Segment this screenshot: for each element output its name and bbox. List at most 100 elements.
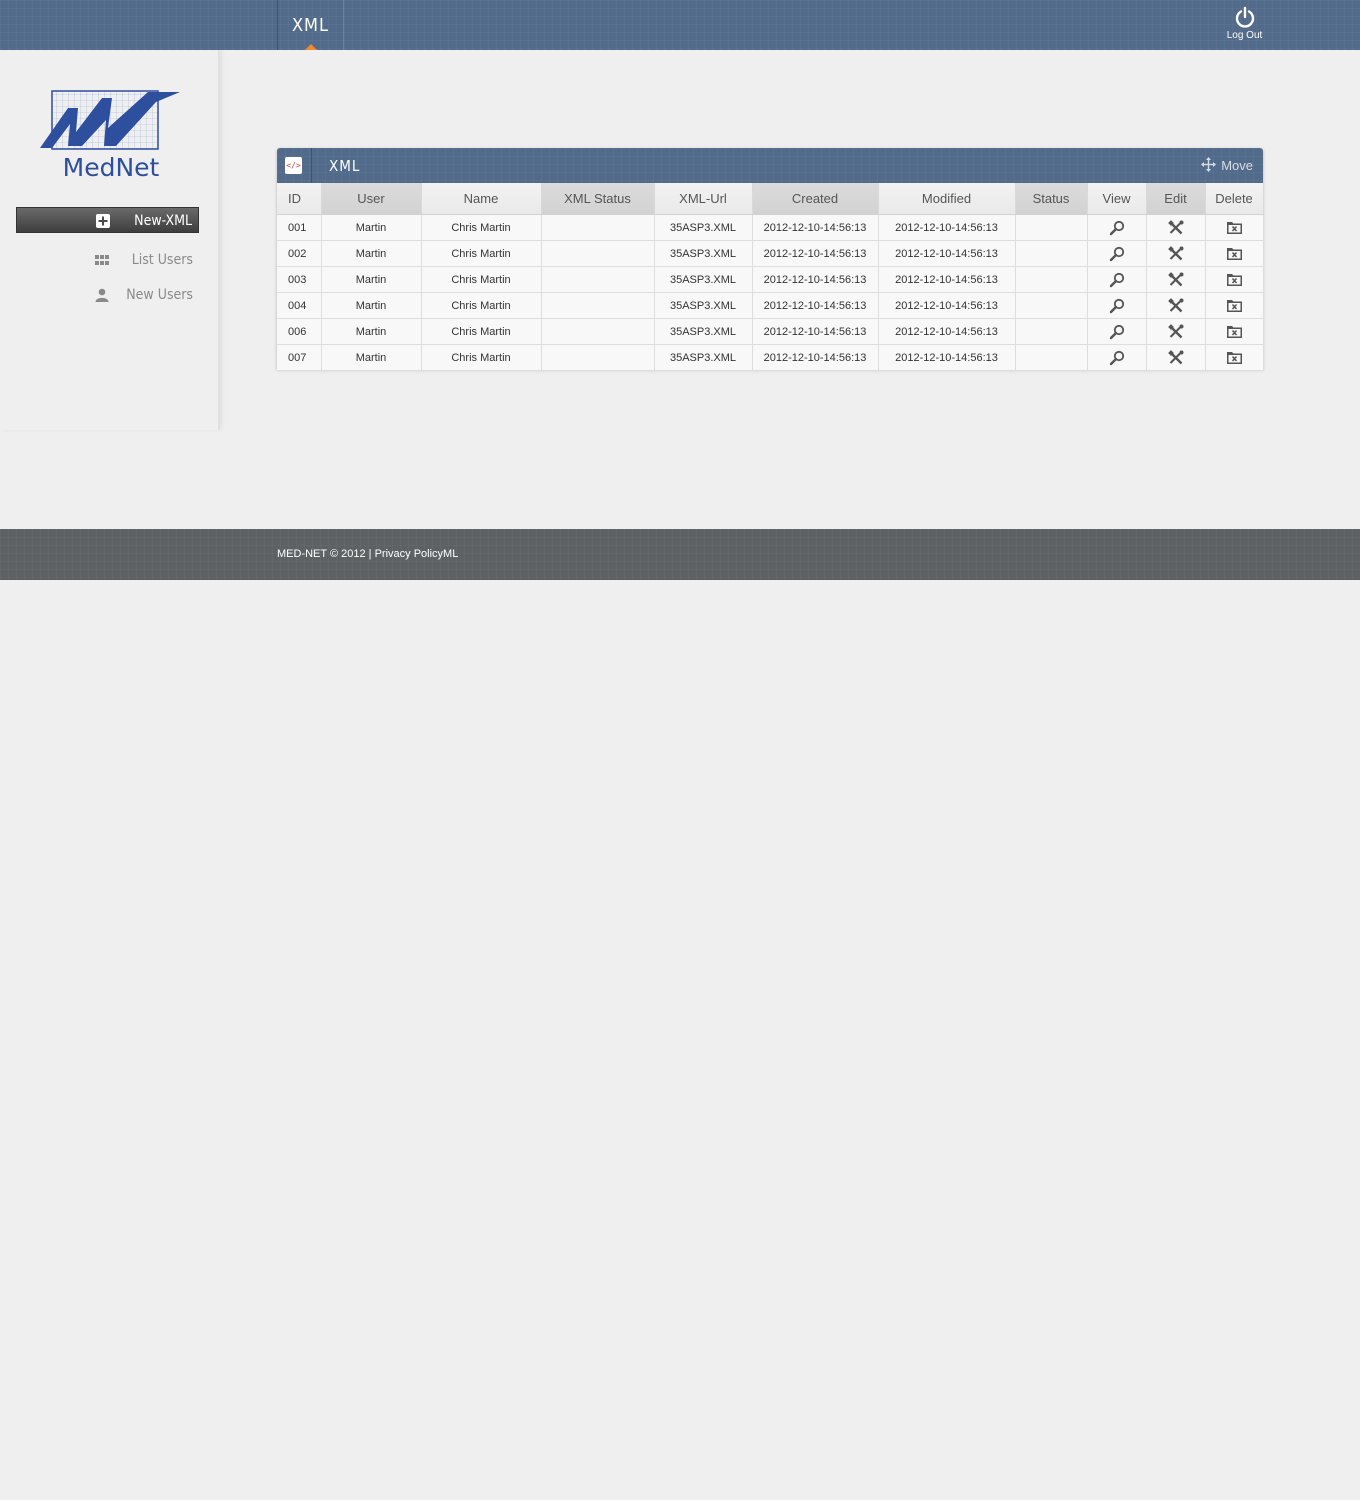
- column-header-name[interactable]: Name: [421, 183, 542, 215]
- column-header-edit[interactable]: Edit: [1146, 183, 1206, 215]
- cell-status: [1015, 292, 1088, 319]
- sidebar-item-list-users[interactable]: List Users: [16, 247, 199, 273]
- logout-button[interactable]: Log Out: [1222, 6, 1267, 41]
- view-button[interactable]: [1087, 240, 1147, 267]
- edit-button[interactable]: [1146, 318, 1206, 345]
- sidebar-item-label: New-XML: [134, 213, 192, 229]
- cell-created: 2012-12-10-14:56:13: [752, 240, 879, 267]
- cell-status: [1015, 240, 1088, 267]
- column-header-view[interactable]: View: [1087, 183, 1147, 215]
- view-button[interactable]: [1087, 318, 1147, 345]
- table-row: 004 Martin Chris Martin 35ASP3.XML 2012-12-1…: [277, 292, 1264, 319]
- cell-user: Martin: [321, 292, 422, 319]
- column-header-status[interactable]: Status: [1015, 183, 1088, 215]
- active-tab-caret-icon: [305, 44, 317, 50]
- xml-file-icon: </>: [285, 157, 302, 174]
- cell-status: [1015, 318, 1088, 345]
- cell-xml-status: [541, 344, 655, 371]
- logout-label: Log Out: [1226, 30, 1263, 41]
- cell-xml-status: [541, 240, 655, 267]
- power-icon: [1235, 6, 1254, 28]
- top-bar: XML Log Out: [0, 0, 1360, 50]
- delete-button[interactable]: [1205, 318, 1264, 345]
- cell-id: 004: [277, 292, 322, 319]
- view-button[interactable]: [1087, 292, 1147, 319]
- column-header-user[interactable]: User: [321, 183, 422, 215]
- delete-folder-icon: [1226, 274, 1242, 286]
- cell-modified: 2012-12-10-14:56:13: [878, 214, 1016, 241]
- tools-icon: [1167, 349, 1183, 364]
- cell-created: 2012-12-10-14:56:13: [752, 266, 879, 293]
- column-header-xml-url[interactable]: XML-Url: [654, 183, 753, 215]
- table-row: 002 Martin Chris Martin 35ASP3.XML 2012-12-1…: [277, 240, 1264, 267]
- plus-icon: [96, 214, 110, 228]
- cell-status: [1015, 214, 1088, 241]
- move-label: Move: [1221, 158, 1253, 173]
- edit-button[interactable]: [1146, 266, 1206, 293]
- tab-xml[interactable]: XML: [277, 0, 344, 50]
- column-header-id[interactable]: ID: [277, 183, 322, 215]
- view-button[interactable]: [1087, 266, 1147, 293]
- magnifier-icon: [1109, 298, 1124, 313]
- delete-button[interactable]: [1205, 344, 1264, 371]
- edit-button[interactable]: [1146, 240, 1206, 267]
- tools-icon: [1167, 245, 1183, 260]
- cell-modified: 2012-12-10-14:56:13: [878, 318, 1016, 345]
- edit-button[interactable]: [1146, 344, 1206, 371]
- delete-button[interactable]: [1205, 266, 1264, 293]
- table-row: 007 Martin Chris Martin 35ASP3.XML 2012-12-1…: [277, 344, 1264, 371]
- move-handle[interactable]: Move: [1201, 148, 1253, 183]
- delete-button[interactable]: [1205, 292, 1264, 319]
- column-header-modified[interactable]: Modified: [878, 183, 1016, 215]
- view-button[interactable]: [1087, 214, 1147, 241]
- cell-name: Chris Martin: [421, 266, 542, 293]
- cell-xml-status: [541, 292, 655, 319]
- cell-user: Martin: [321, 344, 422, 371]
- delete-folder-icon: [1226, 248, 1242, 260]
- delete-button[interactable]: [1205, 214, 1264, 241]
- tab-xml-label: XML: [291, 15, 330, 36]
- panel-header: </> XML Move: [277, 148, 1263, 183]
- cell-created: 2012-12-10-14:56:13: [752, 344, 879, 371]
- delete-folder-icon: [1226, 352, 1242, 364]
- edit-button[interactable]: [1146, 292, 1206, 319]
- tools-icon: [1167, 323, 1183, 338]
- magnifier-icon: [1109, 220, 1124, 235]
- magnifier-icon: [1109, 246, 1124, 261]
- table-row: 003 Martin Chris Martin 35ASP3.XML 2012-12-1…: [277, 266, 1264, 293]
- table-header-row: ID User Name XML Status XML-Url Created …: [277, 183, 1264, 215]
- delete-button[interactable]: [1205, 240, 1264, 267]
- cell-xml-status: [541, 318, 655, 345]
- table-row: 006 Martin Chris Martin 35ASP3.XML 2012-12-1…: [277, 318, 1264, 345]
- delete-folder-icon: [1226, 222, 1242, 234]
- column-header-delete[interactable]: Delete: [1205, 183, 1264, 215]
- column-header-created[interactable]: Created: [752, 183, 879, 215]
- sidebar: MedNet New-XML List Users New Users: [0, 50, 219, 430]
- cell-xml-url: 35ASP3.XML: [654, 266, 753, 293]
- sidebar-item-label: List Users: [131, 252, 193, 268]
- cell-modified: 2012-12-10-14:56:13: [878, 266, 1016, 293]
- cell-xml-url: 35ASP3.XML: [654, 214, 753, 241]
- grid-icon: [95, 255, 109, 265]
- delete-folder-icon: [1226, 326, 1242, 338]
- magnifier-icon: [1109, 350, 1124, 365]
- mednet-logo[interactable]: MedNet: [38, 88, 183, 180]
- tools-icon: [1167, 271, 1183, 286]
- xml-table: ID User Name XML Status XML-Url Created …: [277, 183, 1264, 371]
- view-button[interactable]: [1087, 344, 1147, 371]
- cell-name: Chris Martin: [421, 344, 542, 371]
- cell-xml-status: [541, 266, 655, 293]
- magnifier-icon: [1109, 272, 1124, 287]
- logo-text: MedNet: [63, 153, 160, 180]
- edit-button[interactable]: [1146, 214, 1206, 241]
- column-header-xml-status[interactable]: XML Status: [541, 183, 655, 215]
- panel-icon-box: </>: [277, 148, 312, 183]
- sidebar-item-label: New Users: [126, 287, 193, 303]
- sidebar-item-new-xml[interactable]: New-XML: [16, 207, 199, 233]
- tools-icon: [1167, 297, 1183, 312]
- cell-name: Chris Martin: [421, 240, 542, 267]
- privacy-policy-link[interactable]: Privacy PolicyML: [375, 548, 459, 560]
- cell-xml-url: 35ASP3.XML: [654, 318, 753, 345]
- footer: MED-NET © 2012 | Privacy PolicyML: [0, 529, 1360, 580]
- sidebar-item-new-users[interactable]: New Users: [16, 282, 199, 308]
